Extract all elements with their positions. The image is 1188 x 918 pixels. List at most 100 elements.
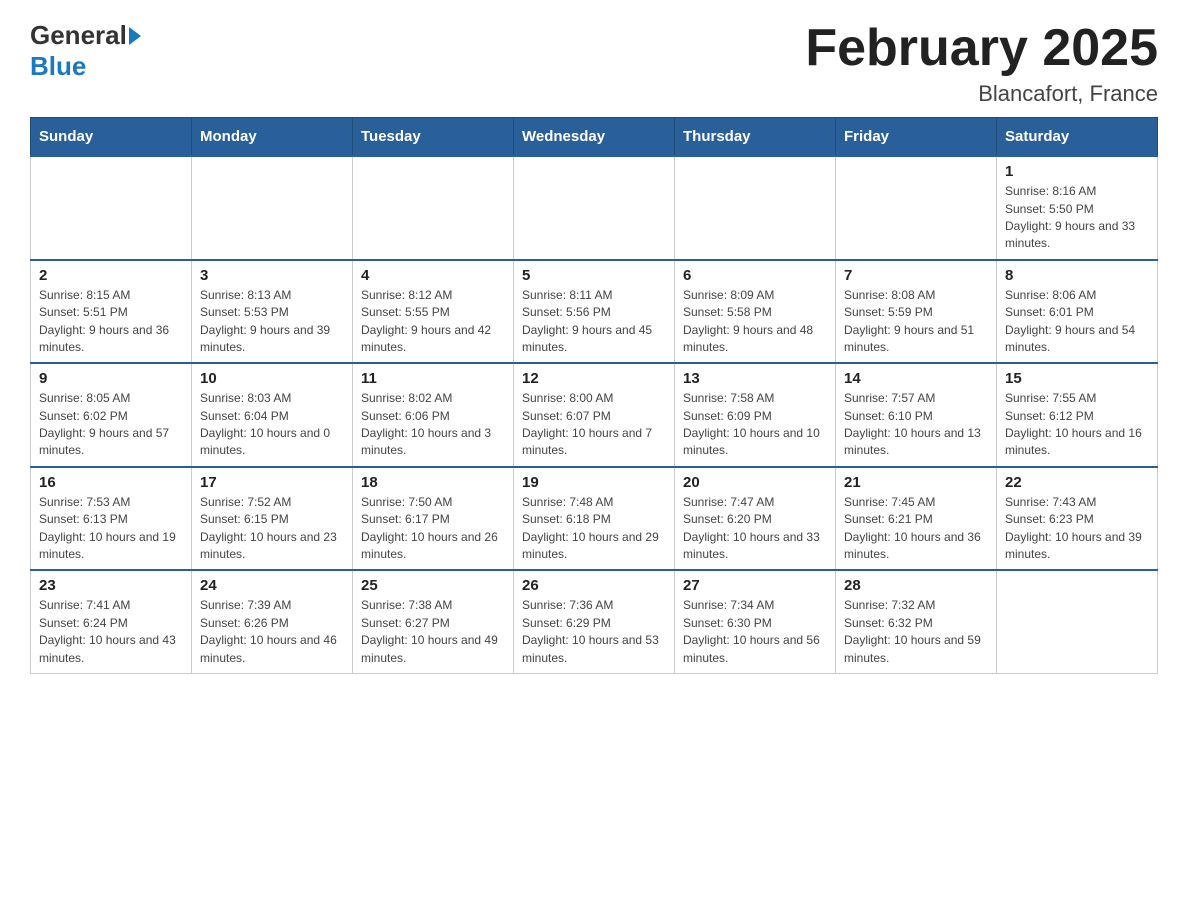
day-number: 7 [844,267,988,284]
calendar-cell [31,156,192,260]
col-saturday: Saturday [997,118,1158,157]
calendar-cell: 21 Sunrise: 7:45 AM Sunset: 6:21 PM Dayli… [836,467,997,571]
calendar-cell: 15 Sunrise: 7:55 AM Sunset: 6:12 PM Dayli… [997,363,1158,467]
day-info: Sunrise: 8:03 AM Sunset: 6:04 PM Dayligh… [200,390,344,460]
col-wednesday: Wednesday [514,118,675,157]
day-info: Sunrise: 7:58 AM Sunset: 6:09 PM Dayligh… [683,390,827,460]
calendar-cell: 26 Sunrise: 7:36 AM Sunset: 6:29 PM Dayli… [514,570,675,673]
day-info: Sunrise: 7:41 AM Sunset: 6:24 PM Dayligh… [39,597,183,667]
day-number: 22 [1005,474,1149,491]
calendar-cell: 12 Sunrise: 8:00 AM Sunset: 6:07 PM Dayli… [514,363,675,467]
calendar-cell: 10 Sunrise: 8:03 AM Sunset: 6:04 PM Dayli… [192,363,353,467]
day-info: Sunrise: 7:55 AM Sunset: 6:12 PM Dayligh… [1005,390,1149,460]
calendar-cell: 5 Sunrise: 8:11 AM Sunset: 5:56 PM Daylig… [514,260,675,364]
calendar-table: Sunday Monday Tuesday Wednesday Thursday… [30,117,1158,674]
day-info: Sunrise: 7:34 AM Sunset: 6:30 PM Dayligh… [683,597,827,667]
calendar-cell [997,570,1158,673]
day-number: 18 [361,474,505,491]
day-number: 16 [39,474,183,491]
calendar-cell: 25 Sunrise: 7:38 AM Sunset: 6:27 PM Dayli… [353,570,514,673]
calendar-cell: 3 Sunrise: 8:13 AM Sunset: 5:53 PM Daylig… [192,260,353,364]
page-header: General Blue February 2025 Blancafort, F… [30,20,1158,107]
calendar-cell: 9 Sunrise: 8:05 AM Sunset: 6:02 PM Daylig… [31,363,192,467]
location-label: Blancafort, France [805,81,1158,107]
day-info: Sunrise: 7:47 AM Sunset: 6:20 PM Dayligh… [683,494,827,564]
calendar-cell: 7 Sunrise: 8:08 AM Sunset: 5:59 PM Daylig… [836,260,997,364]
col-thursday: Thursday [675,118,836,157]
calendar-cell: 14 Sunrise: 7:57 AM Sunset: 6:10 PM Dayli… [836,363,997,467]
calendar-cell: 22 Sunrise: 7:43 AM Sunset: 6:23 PM Dayli… [997,467,1158,571]
col-monday: Monday [192,118,353,157]
calendar-cell: 11 Sunrise: 8:02 AM Sunset: 6:06 PM Dayli… [353,363,514,467]
day-number: 13 [683,370,827,387]
calendar-cell: 1 Sunrise: 8:16 AM Sunset: 5:50 PM Daylig… [997,156,1158,260]
calendar-week-row: 23 Sunrise: 7:41 AM Sunset: 6:24 PM Dayli… [31,570,1158,673]
day-number: 25 [361,577,505,594]
day-number: 21 [844,474,988,491]
col-friday: Friday [836,118,997,157]
day-number: 28 [844,577,988,594]
logo: General Blue [30,20,141,82]
calendar-cell: 27 Sunrise: 7:34 AM Sunset: 6:30 PM Dayli… [675,570,836,673]
day-number: 6 [683,267,827,284]
calendar-cell [192,156,353,260]
day-info: Sunrise: 7:38 AM Sunset: 6:27 PM Dayligh… [361,597,505,667]
calendar-cell: 23 Sunrise: 7:41 AM Sunset: 6:24 PM Dayli… [31,570,192,673]
calendar-cell: 17 Sunrise: 7:52 AM Sunset: 6:15 PM Dayli… [192,467,353,571]
day-number: 3 [200,267,344,284]
day-info: Sunrise: 8:00 AM Sunset: 6:07 PM Dayligh… [522,390,666,460]
day-info: Sunrise: 8:09 AM Sunset: 5:58 PM Dayligh… [683,287,827,357]
day-info: Sunrise: 8:16 AM Sunset: 5:50 PM Dayligh… [1005,183,1149,253]
day-number: 17 [200,474,344,491]
day-number: 10 [200,370,344,387]
day-info: Sunrise: 8:13 AM Sunset: 5:53 PM Dayligh… [200,287,344,357]
day-number: 1 [1005,163,1149,180]
day-number: 24 [200,577,344,594]
day-number: 12 [522,370,666,387]
day-info: Sunrise: 7:39 AM Sunset: 6:26 PM Dayligh… [200,597,344,667]
day-info: Sunrise: 8:06 AM Sunset: 6:01 PM Dayligh… [1005,287,1149,357]
calendar-cell [675,156,836,260]
calendar-cell: 13 Sunrise: 7:58 AM Sunset: 6:09 PM Dayli… [675,363,836,467]
logo-blue-text: Blue [30,51,86,81]
calendar-header-row: Sunday Monday Tuesday Wednesday Thursday… [31,118,1158,157]
day-number: 23 [39,577,183,594]
day-info: Sunrise: 8:11 AM Sunset: 5:56 PM Dayligh… [522,287,666,357]
day-number: 20 [683,474,827,491]
calendar-cell: 16 Sunrise: 7:53 AM Sunset: 6:13 PM Dayli… [31,467,192,571]
calendar-cell: 4Sunrise: 8:12 AM Sunset: 5:55 PM Daylig… [353,260,514,364]
day-info: Sunrise: 7:52 AM Sunset: 6:15 PM Dayligh… [200,494,344,564]
calendar-week-row: 1 Sunrise: 8:16 AM Sunset: 5:50 PM Daylig… [31,156,1158,260]
day-number: 4 [361,267,505,284]
calendar-cell: 2Sunrise: 8:15 AM Sunset: 5:51 PM Daylig… [31,260,192,364]
calendar-week-row: 9 Sunrise: 8:05 AM Sunset: 6:02 PM Daylig… [31,363,1158,467]
day-info: Sunrise: 8:08 AM Sunset: 5:59 PM Dayligh… [844,287,988,357]
month-title: February 2025 [805,20,1158,77]
day-info: Sunrise: 7:36 AM Sunset: 6:29 PM Dayligh… [522,597,666,667]
calendar-cell: 6 Sunrise: 8:09 AM Sunset: 5:58 PM Daylig… [675,260,836,364]
calendar-week-row: 2Sunrise: 8:15 AM Sunset: 5:51 PM Daylig… [31,260,1158,364]
col-sunday: Sunday [31,118,192,157]
calendar-cell: 8 Sunrise: 8:06 AM Sunset: 6:01 PM Daylig… [997,260,1158,364]
logo-general-text: General [30,20,127,51]
day-number: 9 [39,370,183,387]
day-info: Sunrise: 7:43 AM Sunset: 6:23 PM Dayligh… [1005,494,1149,564]
day-info: Sunrise: 8:05 AM Sunset: 6:02 PM Dayligh… [39,390,183,460]
title-section: February 2025 Blancafort, France [805,20,1158,107]
day-number: 11 [361,370,505,387]
logo-arrow-icon [129,27,141,45]
day-info: Sunrise: 7:53 AM Sunset: 6:13 PM Dayligh… [39,494,183,564]
day-number: 14 [844,370,988,387]
calendar-cell [836,156,997,260]
day-info: Sunrise: 7:45 AM Sunset: 6:21 PM Dayligh… [844,494,988,564]
day-number: 19 [522,474,666,491]
day-number: 5 [522,267,666,284]
day-number: 27 [683,577,827,594]
day-number: 26 [522,577,666,594]
day-info: Sunrise: 8:02 AM Sunset: 6:06 PM Dayligh… [361,390,505,460]
day-info: Sunrise: 8:15 AM Sunset: 5:51 PM Dayligh… [39,287,183,357]
day-number: 15 [1005,370,1149,387]
calendar-cell [353,156,514,260]
day-info: Sunrise: 7:57 AM Sunset: 6:10 PM Dayligh… [844,390,988,460]
day-number: 8 [1005,267,1149,284]
